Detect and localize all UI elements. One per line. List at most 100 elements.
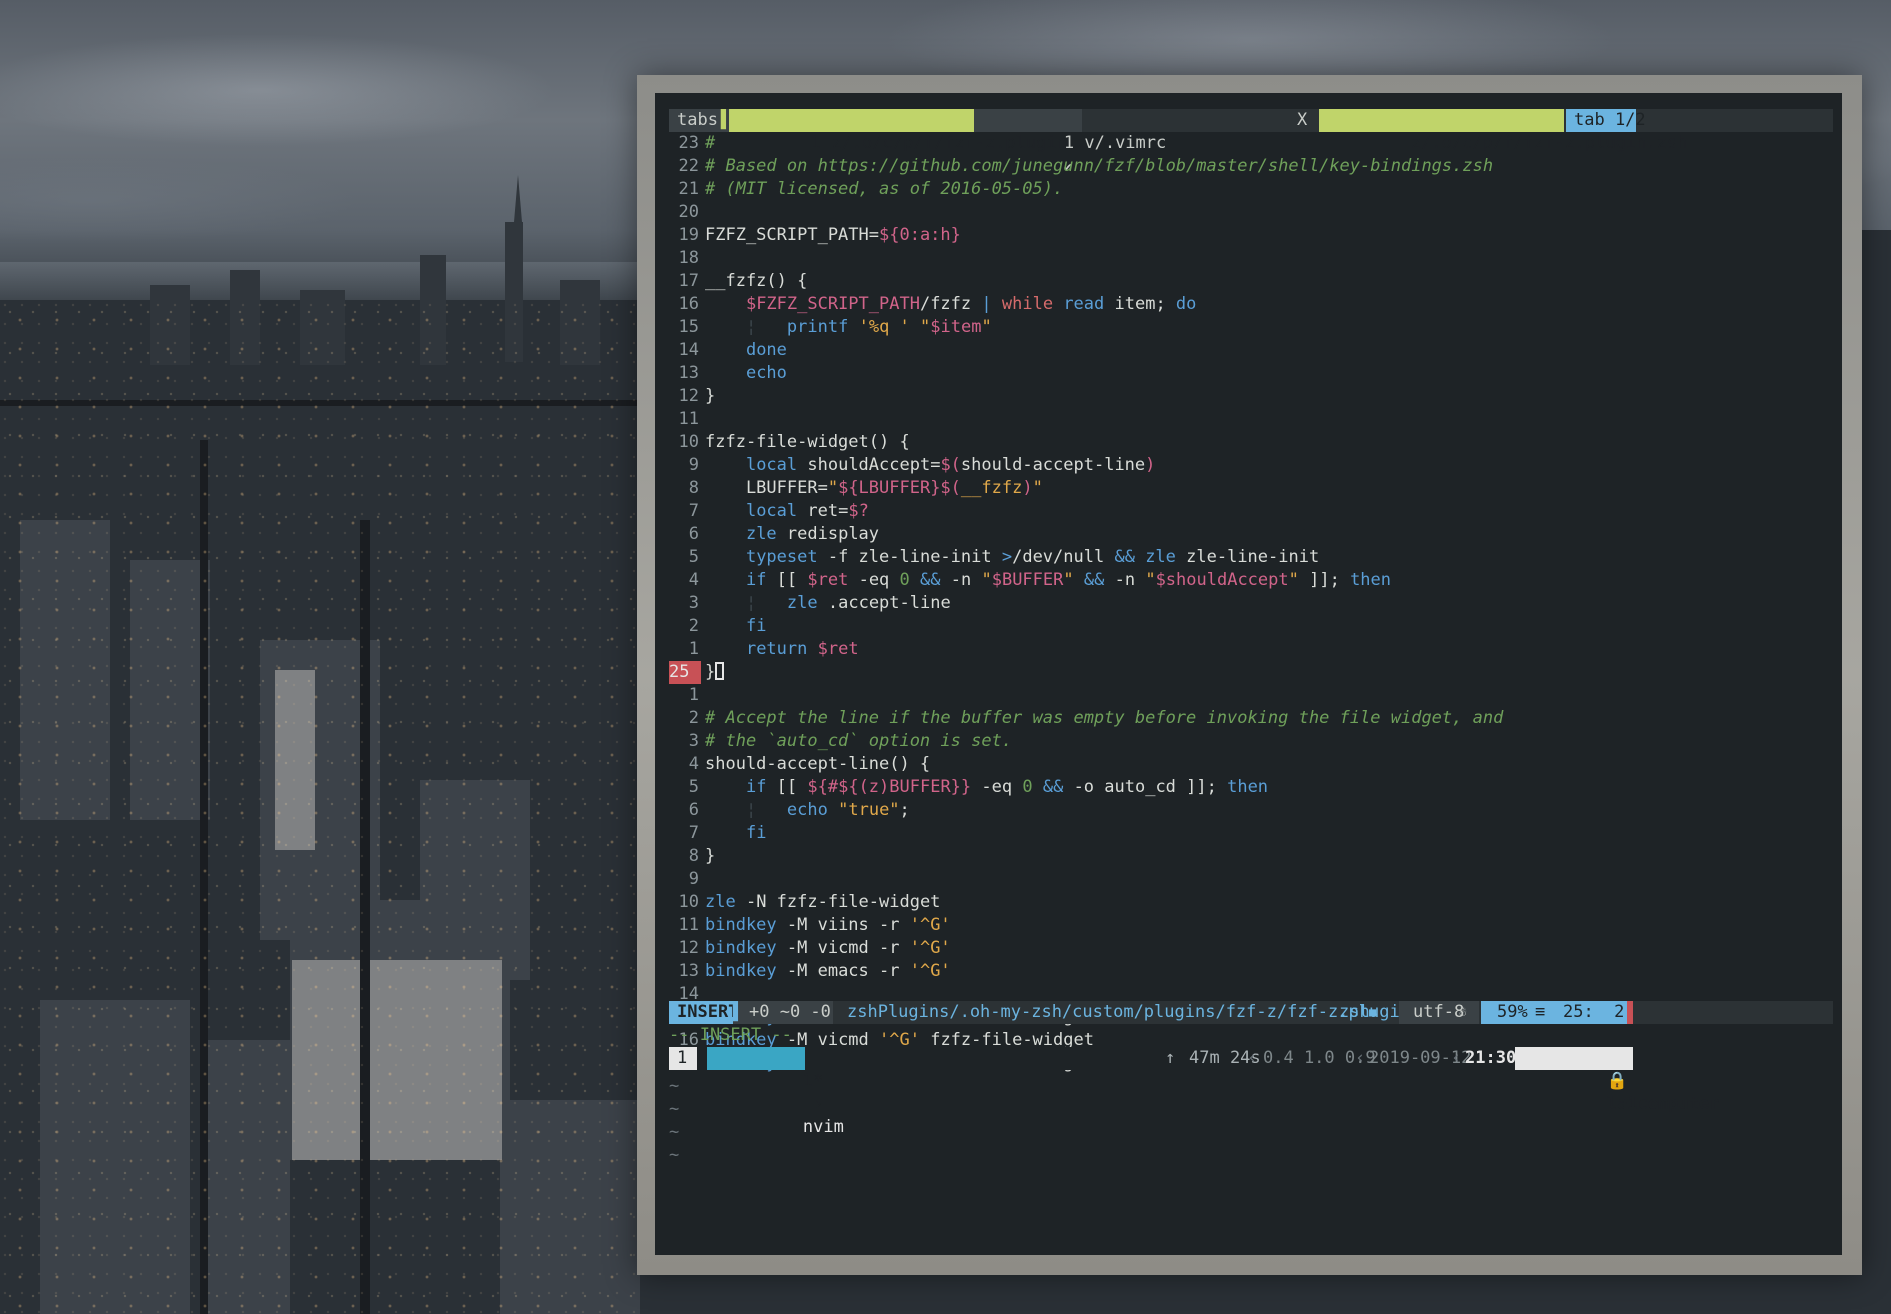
code-line[interactable]: 23 # [669, 132, 1833, 155]
code-line[interactable]: 17 __fzfz() { [669, 270, 1833, 293]
code-line-current[interactable]: 25} [669, 661, 1833, 684]
uptime-icon: ↑ [1165, 1048, 1176, 1068]
terminal-area[interactable]: tabs ▌ 1 z/.o/c/p/f/fzf-z.plugin.zsh ■ 1… [655, 93, 1842, 1255]
code-token: item; [1104, 294, 1176, 314]
code-token: && [1114, 547, 1135, 567]
code-token: redisplay [776, 524, 880, 544]
code-line[interactable]: 20 [669, 201, 1833, 224]
code-token: " [1063, 570, 1074, 590]
code-line[interactable]: 8} [669, 845, 1833, 868]
code-token: '^G' [909, 915, 951, 935]
code-token: # (MIT licensed, as of 2016-05-05). [705, 179, 1064, 199]
line-number: 25 [669, 661, 701, 684]
code-line[interactable]: 13 bindkey -M emacs -r '^G' [669, 960, 1833, 983]
code-token: should-accept-line [960, 455, 1146, 475]
terminal-window[interactable]: tabs ▌ 1 z/.o/c/p/f/fzf-z.plugin.zsh ■ 1… [637, 75, 1862, 1275]
code-line[interactable]: 5 if [[ ${#${(z)BUFFER}} -eq 0 && -o aut… [669, 776, 1833, 799]
code-line[interactable]: 7 fi [669, 822, 1833, 845]
code-token: } [705, 846, 716, 866]
tmux-window-program: nvim [802, 1117, 844, 1137]
line-number: 11 [678, 409, 699, 429]
code-line[interactable]: 10 fzfz-file-widget() { [669, 431, 1833, 454]
code-line[interactable]: 4 should-accept-line() { [669, 753, 1833, 776]
code-line[interactable]: 2 # Accept the line if the buffer was emp… [669, 707, 1833, 730]
tmux-statusbar: 1 1* › nvim ↑ 47m 24s ‹ 0.4 1.0 0.9 ‹ 20… [669, 1047, 1833, 1137]
code-token: $( [940, 455, 961, 475]
code-line[interactable]: 8 LBUFFER="${LBUFFER}$(__fzfz)" [669, 477, 1833, 500]
code-line[interactable]: 12 bindkey -M vicmd -r '^G' [669, 937, 1833, 960]
code-line[interactable]: 1 return $ret [669, 638, 1833, 661]
line-number: 20 [678, 202, 699, 222]
code-line[interactable]: 10 zle -N fzfz-file-widget [669, 891, 1833, 914]
code-token: -n [940, 570, 982, 590]
code-line[interactable]: 18 [669, 247, 1833, 270]
code-line[interactable]: 22 # Based on https://github.com/junegunn… [669, 155, 1833, 178]
line-number: 21 [678, 179, 699, 199]
close-tab-button[interactable]: X [1297, 109, 1317, 132]
line-number: 6 [688, 800, 699, 820]
code-token: [[ [766, 777, 808, 797]
tab-inactive[interactable]: 1 v/.vimrc ✔ [974, 109, 1166, 175]
encoding: utf-8 [1399, 1001, 1479, 1024]
separator-icon: ▌ [733, 1001, 744, 1024]
code-line[interactable]: 7 local ret=$? [669, 500, 1833, 523]
code-token: zle [1145, 547, 1176, 567]
line-number: 13 [678, 363, 699, 383]
code-token: > [1001, 547, 1013, 567]
code-token: -M viins -r [776, 915, 910, 935]
code-line[interactable]: 2 fi [669, 615, 1833, 638]
indent-guide-icon: ¦ [745, 593, 757, 613]
code-line[interactable]: 11 bindkey -M viins -r '^G' [669, 914, 1833, 937]
empty-buffer-line: ~ [669, 1145, 680, 1165]
code-line[interactable]: 6 zle redisplay [669, 523, 1833, 546]
code-token: done [745, 340, 787, 360]
hostname: la1computer [1606, 1094, 1720, 1114]
tab-count: tab 1/2 [1566, 109, 1646, 132]
code-line[interactable]: 19 FZFZ_SCRIPT_PATH=${0:a:h} [669, 224, 1833, 247]
code-line[interactable]: 13 echo [669, 362, 1833, 385]
code-token: " [827, 478, 839, 498]
code-token: && [920, 570, 941, 590]
code-token: -N fzfz-file-widget [735, 892, 941, 912]
code-line[interactable]: 6 ¦ echo "true"; [669, 799, 1833, 822]
code-token: zle-line-init [1175, 547, 1320, 567]
code-line[interactable]: 3 ¦ zle .accept-line [669, 592, 1833, 615]
code-line[interactable]: 3 # the `auto_cd` option is set. [669, 730, 1833, 753]
code-token: local [745, 455, 798, 475]
code-line[interactable]: 1 [669, 684, 1833, 707]
vim-statusline: INSERT ▌ +0 ~0 -0 zshPlugins/.oh-my-zsh/… [669, 1001, 1833, 1024]
line-number: 17 [678, 271, 699, 291]
code-line[interactable]: 9 [669, 868, 1833, 891]
code-line[interactable]: 9 local shouldAccept=$(should-accept-lin… [669, 454, 1833, 477]
warning-marker [1627, 1001, 1633, 1024]
code-token: echo [745, 363, 787, 383]
line-number: 13 [678, 961, 699, 981]
code-line[interactable]: 4 if [[ $ret -eq 0 && -n "$BUFFER" && -n… [669, 569, 1833, 592]
tmux-session[interactable]: 1 [669, 1047, 697, 1070]
code-token: printf [786, 317, 849, 337]
code-token: $BUFFER [991, 570, 1064, 590]
code-line[interactable]: 5 typeset -f zle-line-init >/dev/null &&… [669, 546, 1833, 569]
code-token: /fzfz [919, 294, 982, 314]
code-line[interactable]: 12} [669, 385, 1833, 408]
code-token: __fzfz [960, 478, 1023, 498]
code-line[interactable]: 11 [669, 408, 1833, 431]
code-token: ) [1022, 478, 1033, 498]
tmux-window[interactable]: 1* › nvim [707, 1047, 844, 1137]
code-token: then [1350, 570, 1392, 590]
code-line[interactable]: 15 ¦ printf '%q ' "$item" [669, 316, 1833, 339]
code-token: $ret [817, 639, 859, 659]
code-line[interactable]: 14 done [669, 339, 1833, 362]
code-line[interactable]: 16 $FZFZ_SCRIPT_PATH/fzfz | while read i… [669, 293, 1833, 316]
tab-active[interactable]: 1 z/.o/c/p/f/fzf-z.plugin.zsh ■ [729, 109, 1108, 174]
line-number: 4 [688, 570, 699, 590]
line-number: 7 [688, 501, 699, 521]
code-line[interactable]: 21 # (MIT licensed, as of 2016-05-05). [669, 178, 1833, 201]
tabline-right-file: z/.o/c/p/f/fzf-z.plugin.zsh ■ [1319, 109, 1687, 174]
